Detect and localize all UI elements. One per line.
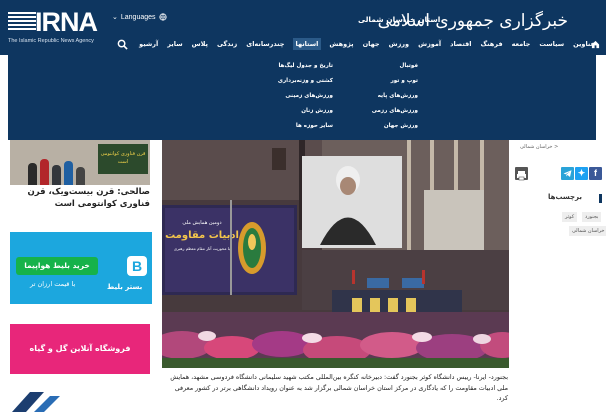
nav-item[interactable]: فرهنگ: [479, 38, 503, 50]
telegram-icon: [563, 170, 572, 177]
printer-icon: [517, 171, 526, 181]
menu-column-2: تاریخ و جدول لیگ‌ها کشتی و وزنه‌برداری ورز…: [278, 63, 333, 138]
menu-item[interactable]: ورزش‌های رزمی: [372, 108, 418, 114]
tags-title: برچسب‌ها: [548, 193, 583, 201]
poster-title-text: ادبیات مقاومت: [165, 230, 239, 241]
nav-item[interactable]: چندرسانه‌ای: [245, 38, 285, 50]
nav-item[interactable]: سایر: [166, 38, 183, 50]
nav-item[interactable]: آرشیو: [138, 38, 159, 50]
menu-item[interactable]: کشتی و وزنه‌برداری: [278, 78, 333, 84]
poster-small-text: دومین همایش ملی: [182, 220, 221, 226]
tag-kowsar[interactable]: کوثر: [562, 212, 578, 222]
menu-item[interactable]: ورزش‌های زمینی: [278, 93, 333, 99]
nav-item[interactable]: پژوهش: [328, 38, 354, 50]
tags-marker: [599, 194, 602, 203]
twitter-icon: ✦: [577, 168, 586, 178]
search-icon[interactable]: [117, 39, 128, 50]
facebook-share-button[interactable]: f: [589, 167, 602, 180]
globe-icon: [158, 13, 167, 21]
tag-bojnurd[interactable]: بجنورد: [582, 212, 602, 222]
flight-ad-logo-icon: B: [127, 256, 147, 276]
ad-top-text: قرن فناوری کوانتومی است: [98, 144, 148, 174]
nav-item[interactable]: ورزش: [388, 38, 411, 50]
ad-corner-graphic: [12, 392, 60, 412]
logo-stripes-icon: [8, 12, 36, 32]
nav-item[interactable]: زندگی: [216, 38, 238, 50]
twitter-share-button[interactable]: ✦: [575, 167, 588, 180]
nav-item[interactable]: آموزش: [417, 38, 442, 50]
nav-item[interactable]: استانها: [292, 38, 322, 50]
site-name[interactable]: خبرگزاری جمهوری اسلامی: [378, 11, 568, 31]
menu-item[interactable]: سایر حوزه ها: [278, 123, 333, 129]
logo-text: IRNA: [35, 7, 98, 37]
tag-north-khorasan[interactable]: خراسان شمالی: [569, 226, 606, 236]
facebook-icon: f: [594, 168, 597, 178]
menu-item[interactable]: ورزش‌های پایه: [372, 93, 418, 99]
quantum-ad-banner[interactable]: قرن فناوری کوانتومی است: [10, 140, 150, 185]
print-button[interactable]: [515, 167, 528, 181]
related-headline[interactable]: صالحی: قرن بیست‌ویک، قرن فناوری کوانتومی…: [12, 186, 150, 210]
languages-label: Languages: [120, 13, 156, 21]
flight-ad-brand: بستر بلیط: [107, 283, 143, 291]
telegram-share-button[interactable]: [561, 167, 574, 180]
sports-mega-menu: فوتبال توپ و تور ورزش‌های پایه ورزش‌های رزم…: [8, 55, 596, 140]
breadcrumb[interactable]: < خراسان شمالی: [520, 144, 558, 150]
site-header: IRNA The Islamic Republic News Agency ⌄ …: [0, 0, 606, 55]
flight-ad-subtext: با قیمت ارزان تر: [30, 280, 76, 288]
logo-subtitle: The Islamic Republic News Agency: [8, 38, 94, 44]
main-nav: عناوین سیاست جامعه فرهنگ اقتصاد آموزش ورزش جهان…: [139, 38, 596, 50]
nav-item[interactable]: سیاست: [538, 38, 565, 50]
photo-caption: بجنورد- ایرنا- رییس دانشگاه کوثر بجنورد …: [170, 373, 508, 402]
irna-logo[interactable]: IRNA The Islamic Republic News Agency: [8, 7, 103, 47]
nav-item[interactable]: اقتصاد: [449, 38, 472, 50]
home-icon[interactable]: [591, 40, 600, 49]
menu-item[interactable]: تاریخ و جدول لیگ‌ها: [278, 63, 333, 69]
flower-shop-ad[interactable]: فروشگاه آنلاین گل و گیاه: [10, 324, 150, 374]
menu-column-1: فوتبال توپ و تور ورزش‌های پایه ورزش‌های رزم…: [372, 63, 418, 138]
news-photo[interactable]: دومین همایش ملی ادبیات مقاومت با محوریت …: [162, 140, 509, 368]
menu-item[interactable]: توپ و تور: [372, 78, 418, 84]
nav-item[interactable]: جهان: [362, 38, 381, 50]
conference-scene-image: دومین همایش ملی ادبیات مقاومت با محوریت …: [162, 140, 509, 368]
languages-menu[interactable]: ⌄ Languages: [112, 13, 167, 21]
flight-ad-banner[interactable]: خرید بلیط هواپیما با قیمت ارزان تر B بست…: [10, 232, 152, 304]
menu-item[interactable]: فوتبال: [372, 63, 418, 69]
chevron-down-icon: ⌄: [112, 14, 118, 21]
menu-item[interactable]: ورزش زنان: [278, 108, 333, 114]
poster-sub-text: با محوریت آثار مقام معظم رهبری: [174, 246, 230, 251]
nav-item[interactable]: جامعه: [511, 38, 532, 50]
nav-item[interactable]: پلاس: [191, 38, 209, 50]
menu-item[interactable]: ورزش جهان: [372, 123, 418, 129]
buy-ticket-button[interactable]: خرید بلیط هواپیما: [16, 257, 98, 275]
